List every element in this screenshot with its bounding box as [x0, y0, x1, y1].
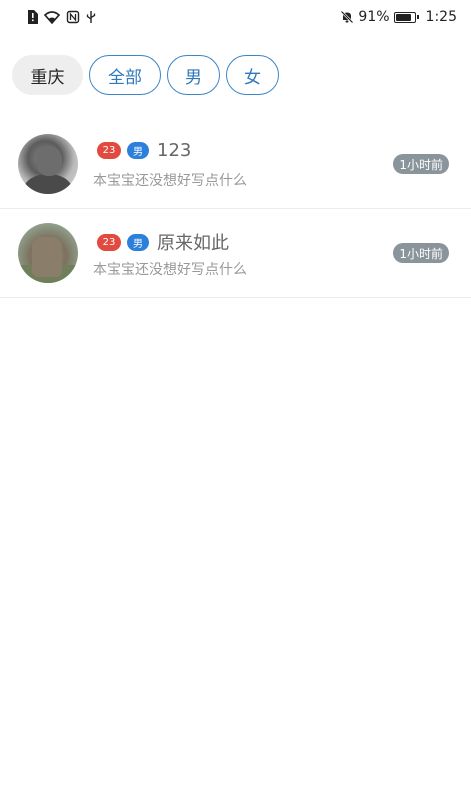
- alert-sim-icon: [28, 10, 38, 24]
- list-item[interactable]: 23 男 123 本宝宝还没想好写点什么 1小时前: [0, 120, 471, 209]
- avatar-face-shape: [36, 146, 62, 176]
- mute-bell-icon: [341, 10, 354, 24]
- user-bio: 本宝宝还没想好写点什么: [93, 173, 247, 189]
- nfc-icon: [66, 10, 80, 24]
- user-header: 23 男 123: [97, 140, 191, 161]
- avatar-stone-shape: [32, 237, 62, 277]
- gender-badge: 男: [127, 142, 149, 159]
- status-right-icons: 91% 1:25: [340, 9, 457, 25]
- city-filter-chip[interactable]: 重庆: [12, 55, 83, 95]
- status-bar: 91% 1:25: [0, 0, 471, 34]
- nickname: 123: [157, 140, 192, 161]
- battery-fill: [395, 13, 411, 21]
- filter-chip-male[interactable]: 男: [167, 55, 220, 95]
- filter-chip-all[interactable]: 全部: [89, 55, 161, 95]
- filter-chip-female[interactable]: 女: [226, 55, 279, 95]
- avatar[interactable]: [18, 223, 78, 283]
- battery-percent: 91%: [358, 9, 390, 25]
- usb-icon: [86, 11, 96, 23]
- battery-icon: [393, 11, 419, 23]
- avatar[interactable]: [18, 134, 78, 194]
- user-bio: 本宝宝还没想好写点什么: [93, 262, 247, 278]
- list-item[interactable]: 23 男 原来如此 本宝宝还没想好写点什么 1小时前: [0, 209, 471, 298]
- age-badge: 23: [97, 233, 121, 251]
- avatar-body-shape: [24, 174, 72, 194]
- filter-row: 重庆 全部 男 女: [12, 55, 279, 95]
- wifi-icon: [44, 10, 60, 24]
- nickname: 原来如此: [157, 233, 229, 254]
- status-left-icons: [26, 10, 96, 24]
- last-active-badge: 1小时前: [393, 154, 449, 174]
- user-list: 23 男 123 本宝宝还没想好写点什么 1小时前 23 男 原来如此 本宝宝还…: [0, 120, 471, 298]
- user-header: 23 男 原来如此: [97, 229, 229, 255]
- clock: 1:25: [425, 9, 457, 25]
- gender-badge: 男: [127, 233, 149, 251]
- age-badge: 23: [97, 142, 121, 159]
- last-active-badge: 1小时前: [393, 243, 449, 263]
